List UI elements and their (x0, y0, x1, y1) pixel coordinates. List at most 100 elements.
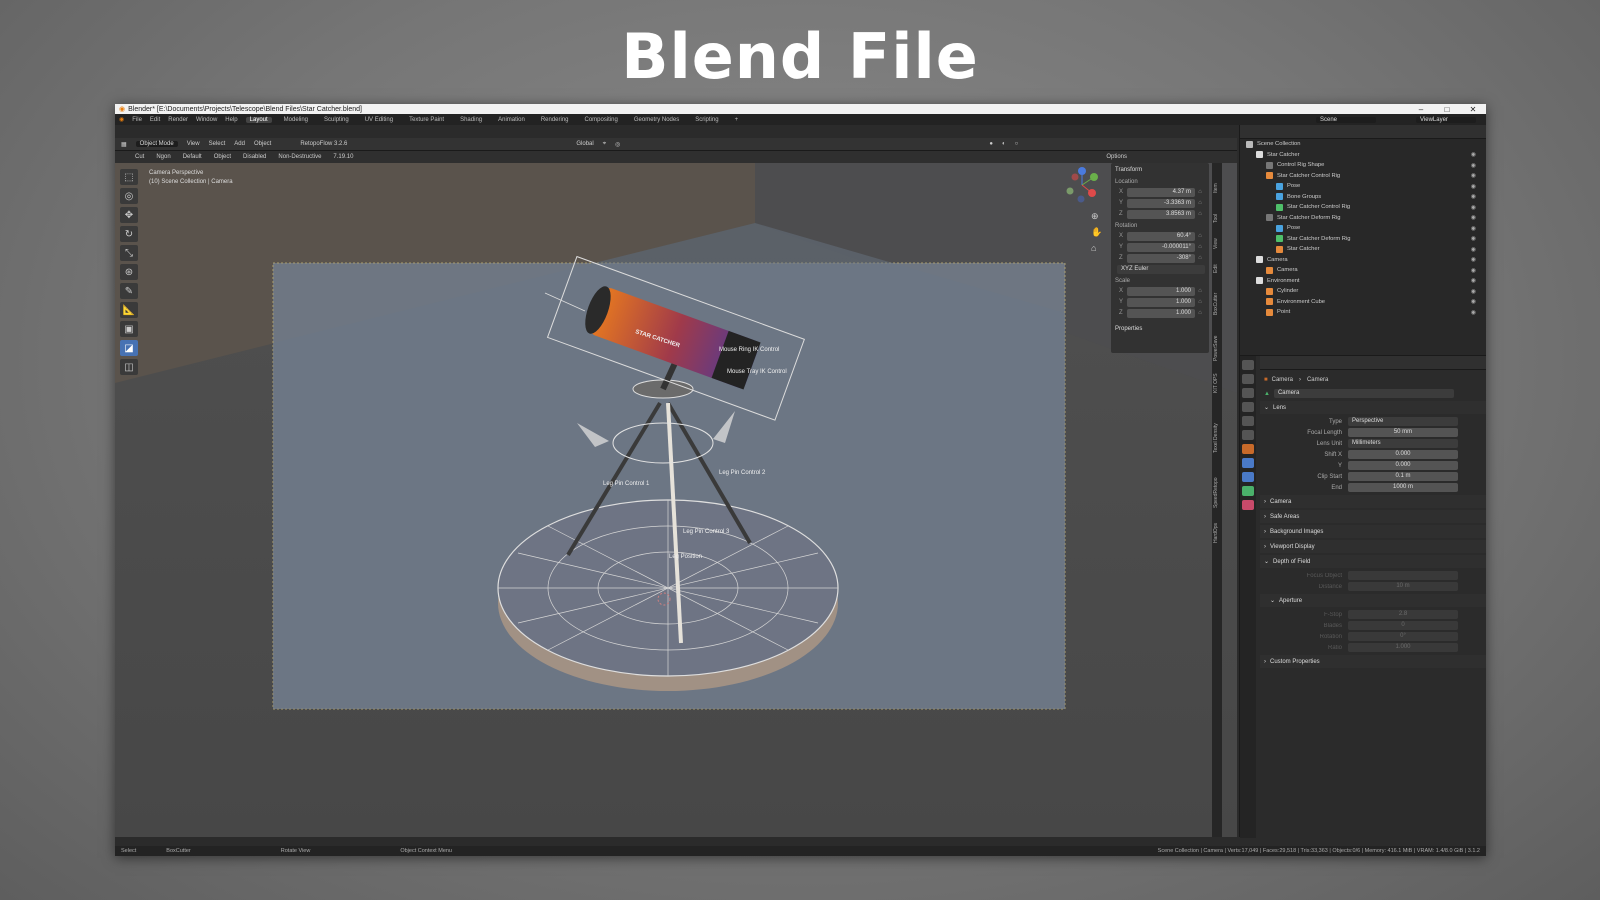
lock-icon[interactable]: ⌂ (1195, 211, 1205, 217)
property-field[interactable]: 0° (1348, 632, 1458, 641)
minimize-button[interactable]: – (1408, 105, 1434, 114)
lock-icon[interactable]: ⌂ (1195, 244, 1205, 250)
outliner-row[interactable]: Star Catcher Control Rig ◉ (1240, 171, 1486, 182)
menu-render[interactable]: Render (168, 117, 188, 123)
visibility-eye-icon[interactable]: ◉ (1471, 277, 1478, 284)
proportional-edit-icon[interactable]: ◎ (615, 141, 620, 148)
property-field[interactable]: 1000 m (1348, 483, 1458, 492)
menu-window[interactable]: Window (196, 117, 217, 123)
zoom-icon[interactable]: ⊕ (1091, 211, 1099, 221)
visibility-eye-icon[interactable]: ◉ (1471, 288, 1478, 295)
property-section-header[interactable]: › Viewport Display (1260, 540, 1486, 553)
property-field[interactable]: 0 (1348, 621, 1458, 630)
scale-y-field[interactable]: 1.000 (1127, 297, 1195, 307)
property-field[interactable] (1348, 571, 1458, 580)
tab-powersave[interactable]: PowerSave (1213, 335, 1219, 361)
workspace-tab-geometry-nodes[interactable]: Geometry Nodes (630, 117, 683, 123)
property-section-header[interactable]: › Camera (1260, 495, 1486, 508)
transform-orientation[interactable]: Global (576, 141, 593, 147)
property-field[interactable]: 0.000 (1348, 450, 1458, 459)
outliner-row[interactable]: Environment Cube ◉ (1240, 297, 1486, 308)
workspace-tab-rendering[interactable]: Rendering (537, 117, 573, 123)
rotation-mode-dropdown[interactable]: XYZ Euler (1117, 264, 1205, 274)
property-field[interactable]: Perspective (1348, 417, 1458, 426)
modifier-tab-icon[interactable] (1242, 458, 1254, 468)
shading-material-icon[interactable]: ◐ (1002, 141, 1006, 147)
hardops-tool-icon[interactable]: ◫ (120, 359, 138, 375)
scale-tool-icon[interactable]: ⤡ (120, 245, 138, 261)
custom-properties-header[interactable]: › Custom Properties (1260, 655, 1486, 668)
menu-object[interactable]: Object (254, 141, 271, 147)
tab-boxcutter[interactable]: BoxCutter (1213, 293, 1219, 315)
world-tab-icon[interactable] (1242, 430, 1254, 440)
outliner-row[interactable]: Cylinder ◉ (1240, 286, 1486, 297)
outliner-row[interactable]: Camera ◉ (1240, 255, 1486, 266)
outliner-row[interactable]: Bone Groups ◉ (1240, 192, 1486, 203)
scale-z-field[interactable]: 1.000 (1127, 308, 1195, 318)
tab-view[interactable]: View (1213, 238, 1219, 249)
properties-panel-toggle[interactable]: Properties (1115, 326, 1205, 332)
visibility-eye-icon[interactable]: ◉ (1471, 298, 1478, 305)
property-section-header[interactable]: › Background Images (1260, 525, 1486, 538)
property-field[interactable]: Millimeters (1348, 439, 1458, 448)
select-box-tool-icon[interactable]: ⬚ (120, 169, 138, 185)
non-destructive-option[interactable]: Non-Destructive (278, 154, 321, 160)
menu-help[interactable]: Help (225, 117, 237, 123)
snap-icon[interactable]: ⌖ (603, 141, 606, 148)
shading-rendered-icon[interactable]: ○ (1015, 141, 1019, 147)
workspace-tab-animation[interactable]: Animation (494, 117, 529, 123)
location-z-field[interactable]: 3.8563 m (1127, 209, 1195, 219)
visibility-eye-icon[interactable]: ◉ (1471, 193, 1478, 200)
lens-section-header[interactable]: ⌄ Lens (1260, 401, 1486, 414)
outliner-row[interactable]: Pose ◉ (1240, 181, 1486, 192)
workspace-tab-compositing[interactable]: Compositing (581, 117, 622, 123)
annotate-tool-icon[interactable]: ✎ (120, 283, 138, 299)
view-layer-tab-icon[interactable] (1242, 402, 1254, 412)
blender-menu-icon[interactable]: ◉ (119, 116, 124, 123)
transform-tool-icon[interactable]: ⊛ (120, 264, 138, 280)
lock-icon[interactable]: ⌂ (1195, 200, 1205, 206)
lock-icon[interactable]: ⌂ (1195, 233, 1205, 239)
outliner-row[interactable]: Scene Collection (1240, 139, 1486, 150)
cursor-tool-icon[interactable]: ◎ (120, 188, 138, 204)
tab-speedretopo[interactable]: SpeedRetopo (1213, 477, 1219, 508)
visibility-eye-icon[interactable]: ◉ (1471, 183, 1478, 190)
tab-edit[interactable]: Edit (1213, 264, 1219, 273)
workspace-tab-sculpting[interactable]: Sculpting (320, 117, 353, 123)
scale-x-field[interactable]: 1.000 (1127, 286, 1195, 296)
lock-icon[interactable]: ⌂ (1195, 299, 1205, 305)
scene-tab-icon[interactable] (1242, 416, 1254, 426)
tab-kitops[interactable]: KIT OPS (1213, 373, 1219, 393)
camera-data-tab-icon[interactable] (1242, 486, 1254, 496)
visibility-eye-icon[interactable]: ◉ (1471, 151, 1478, 158)
object-tab-icon[interactable] (1242, 444, 1254, 454)
menu-edit[interactable]: Edit (150, 117, 160, 123)
property-field[interactable]: 2.8 (1348, 610, 1458, 619)
visibility-eye-icon[interactable]: ◉ (1471, 309, 1478, 316)
3d-viewport[interactable]: STAR CATCHER Mouse Ring IK Control Mouse… (115, 163, 1237, 837)
outliner-row[interactable]: Environment ◉ (1240, 276, 1486, 287)
mode-selector[interactable]: Object Mode (135, 141, 178, 147)
tool-tab-icon[interactable] (1242, 360, 1254, 370)
texture-tab-icon[interactable] (1242, 500, 1254, 510)
options-dropdown[interactable]: Options (1106, 154, 1127, 160)
rotate-tool-icon[interactable]: ↻ (120, 226, 138, 242)
property-field[interactable]: 50 mm (1348, 428, 1458, 437)
lock-icon[interactable]: ⌂ (1195, 310, 1205, 316)
outliner-row[interactable]: Point ◉ (1240, 307, 1486, 318)
disabled-option[interactable]: Disabled (243, 154, 266, 160)
visibility-eye-icon[interactable]: ◉ (1471, 246, 1478, 253)
default-option[interactable]: Default (183, 154, 202, 160)
visibility-eye-icon[interactable]: ◉ (1471, 204, 1478, 211)
tab-hardops[interactable]: HardOps (1213, 523, 1219, 543)
measure-tool-icon[interactable]: 📐 (120, 302, 138, 318)
camera-datablock-field[interactable]: Camera (1273, 389, 1454, 398)
menu-add[interactable]: Add (234, 141, 245, 147)
workspace-tab-uv-editing[interactable]: UV Editing (361, 117, 397, 123)
workspace-tab-scripting[interactable]: Scripting (691, 117, 722, 123)
tab-texel-density[interactable]: Texel Density (1213, 423, 1219, 453)
transform-panel-title[interactable]: Transform (1115, 167, 1205, 173)
workspace-tab-shading[interactable]: Shading (456, 117, 486, 123)
outliner-row[interactable]: Control Rig Shape ◉ (1240, 160, 1486, 171)
aperture-section-header[interactable]: ⌄ Aperture (1260, 594, 1486, 607)
